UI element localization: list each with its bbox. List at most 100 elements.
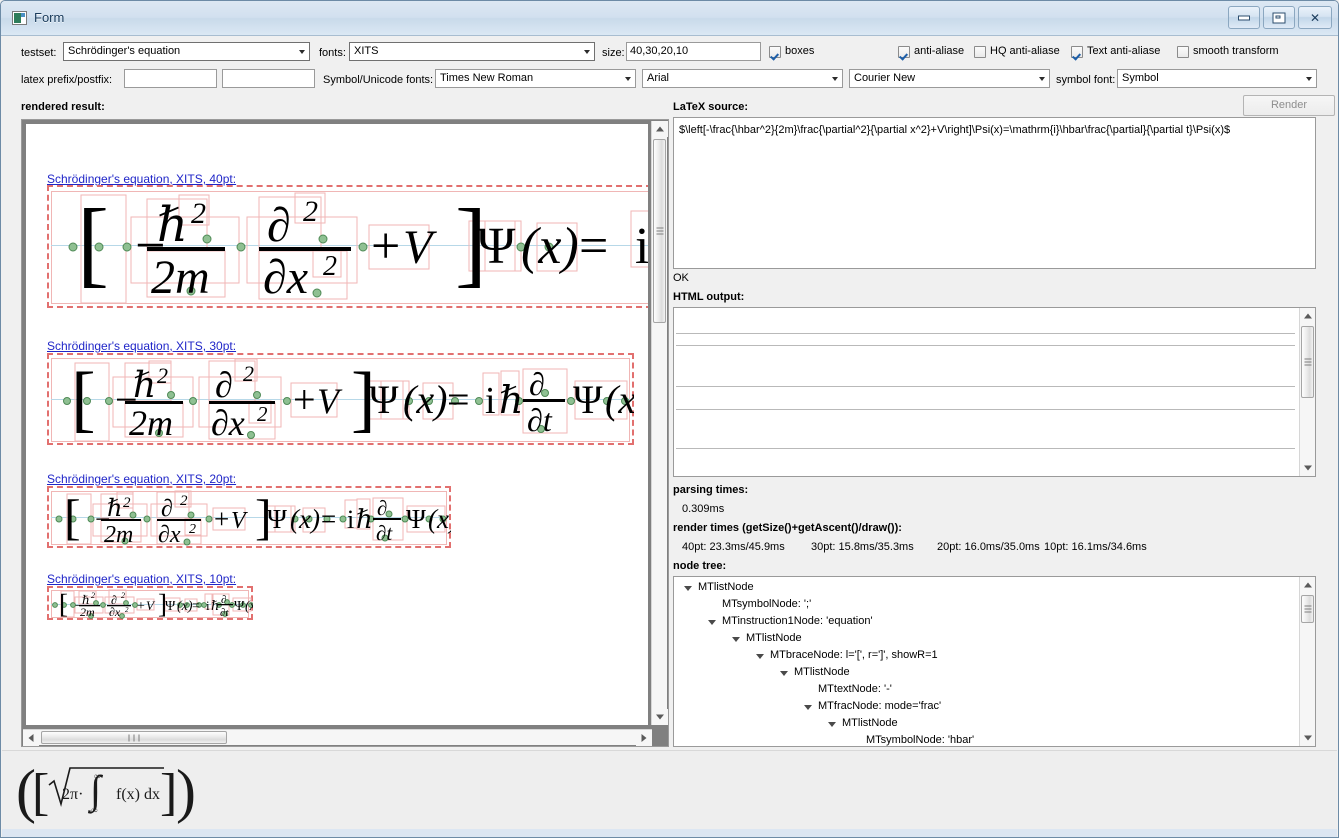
boxes-checkbox[interactable]: boxes	[769, 45, 814, 58]
html-output-box[interactable]	[673, 307, 1316, 477]
svg-text:2: 2	[157, 363, 168, 388]
expander-icon[interactable]	[756, 654, 764, 659]
tree-node[interactable]: MTinstruction1Node: 'equation'	[674, 613, 1297, 630]
tree-node-label: MTinstruction1Node: 'equation'	[722, 615, 873, 627]
svg-text:∂x: ∂x	[263, 251, 308, 304]
expander-icon[interactable]	[732, 637, 740, 642]
equation-label-20pt[interactable]: Schrödinger's equation, XITS, 20pt:	[47, 472, 236, 486]
render-vertical-scroll-thumb[interactable]	[653, 139, 666, 323]
title-bar: Form ✕	[1, 1, 1338, 36]
latex-postfix-input[interactable]	[222, 69, 315, 88]
svg-text:(x): (x)	[245, 599, 253, 614]
html-output-vertical-scrollbar[interactable]	[1299, 308, 1315, 476]
tree-node-label: MTlistNode	[794, 666, 850, 678]
svg-text:+: +	[214, 504, 229, 534]
svg-text:Ψ: Ψ	[406, 504, 426, 534]
svg-text:V: V	[317, 381, 343, 421]
expander-icon[interactable]	[708, 620, 716, 625]
svg-text:ℏ: ℏ	[499, 380, 523, 422]
scroll-down-button[interactable]	[652, 709, 668, 725]
render-button[interactable]: Render	[1243, 95, 1335, 116]
scroll-up-button[interactable]	[1300, 577, 1315, 593]
scroll-right-button[interactable]	[636, 730, 652, 746]
tree-node[interactable]: MTbraceNode: l='[', r=']', showR=1	[674, 647, 1297, 664]
tree-node[interactable]: MTtextNode: '-'	[674, 681, 1297, 698]
maximize-button[interactable]	[1263, 6, 1295, 29]
size-value: 40,30,20,10	[630, 45, 689, 57]
svg-text:∂: ∂	[529, 366, 545, 402]
svg-text:∂x: ∂x	[109, 605, 121, 619]
testset-combo[interactable]: Schrödinger's equation	[63, 42, 310, 61]
smooth-transform-checkbox[interactable]: smooth transform	[1177, 45, 1279, 58]
symbol-unicode-font-combo[interactable]: Times New Roman	[435, 69, 636, 88]
anti-aliase-checkbox[interactable]: anti-aliase	[898, 45, 964, 58]
tree-node[interactable]: MTlistNode	[674, 664, 1297, 681]
scroll-up-button[interactable]	[1300, 308, 1315, 324]
tree-node[interactable]: MTlistNode	[674, 579, 1297, 596]
render-vertical-scrollbar[interactable]	[651, 121, 668, 725]
expander-icon[interactable]	[684, 586, 692, 591]
expander-icon[interactable]	[780, 671, 788, 676]
tree-node[interactable]: MTlistNode	[674, 715, 1297, 732]
svg-text:∂: ∂	[161, 496, 173, 522]
svg-text:[: [	[71, 358, 96, 440]
tree-node[interactable]: MTsymbolNode: 'hbar'	[674, 732, 1297, 746]
tree-node[interactable]: MTfracNode: mode='frac'	[674, 698, 1297, 715]
equation-label-10pt[interactable]: Schrödinger's equation, XITS, 10pt:	[47, 572, 236, 586]
latex-prefix-input[interactable]	[124, 69, 217, 88]
tree-node[interactable]: MTsymbolNode: ';'	[674, 596, 1297, 613]
equation-label-40pt[interactable]: Schrödinger's equation, XITS, 40pt:	[47, 172, 236, 186]
node-tree-list: MTlistNode MTsymbolNode: ';' MTinstructi…	[674, 579, 1297, 746]
scroll-down-button[interactable]	[1300, 730, 1315, 746]
tree-node-label: MTfracNode: mode='frac'	[818, 700, 942, 712]
scroll-left-button[interactable]	[23, 730, 39, 746]
mono-font-combo[interactable]: Courier New	[849, 69, 1050, 88]
scroll-up-button[interactable]	[652, 121, 668, 137]
fonts-combo[interactable]: XITS	[349, 42, 595, 61]
text-anti-aliase-checkbox[interactable]: Text anti-aliase	[1071, 45, 1160, 58]
symbol-font-combo[interactable]: Symbol	[1117, 69, 1317, 88]
expander-icon[interactable]	[804, 705, 812, 710]
node-tree-box[interactable]: MTlistNode MTsymbolNode: ';' MTinstructi…	[673, 576, 1316, 747]
svg-text:ℏ: ℏ	[157, 199, 188, 252]
scroll-down-button[interactable]	[1300, 460, 1315, 476]
render-horizontal-scrollbar[interactable]	[23, 729, 652, 746]
symbol-font-value: Symbol	[1122, 72, 1159, 84]
html-output-scroll-thumb[interactable]	[1301, 326, 1314, 398]
hq-anti-aliase-checkbox[interactable]: HQ anti-aliase	[974, 45, 1060, 58]
checkbox-icon	[1071, 45, 1083, 58]
node-tree-vertical-scrollbar[interactable]	[1299, 577, 1315, 746]
equation-render-40pt: [ − ℏ 2 2m ∂ 2 ∂x 2 + V ] Ψ (x) = i	[47, 185, 648, 308]
svg-text:(x): (x)	[290, 504, 320, 534]
svg-text:2: 2	[323, 251, 337, 282]
render-time-20pt: 20pt: 16.0ms/35.0ms	[937, 541, 1040, 553]
formula-integral-upper: ∞	[94, 771, 100, 781]
svg-text:2: 2	[189, 522, 196, 537]
tree-node[interactable]: MTlistNode	[674, 630, 1297, 647]
close-button[interactable]: ✕	[1298, 6, 1332, 29]
latex-source-text: $\left[-\frac{\hbar^2}{2m}\frac{\partial…	[679, 124, 1231, 136]
checkbox-icon	[974, 45, 986, 58]
svg-text:+: +	[293, 377, 316, 422]
expander-icon[interactable]	[828, 722, 836, 727]
svg-text:=: =	[447, 377, 470, 422]
svg-text:∂t: ∂t	[376, 521, 393, 545]
latex-source-label: LaTeX source:	[673, 101, 748, 113]
window-controls: ✕	[1228, 6, 1332, 29]
render-time-10pt: 10pt: 16.1ms/34.6ms	[1044, 541, 1147, 553]
equation-label-30pt[interactable]: Schrödinger's equation, XITS, 30pt:	[47, 339, 236, 353]
size-input[interactable]: 40,30,20,10	[626, 42, 761, 61]
minimize-button[interactable]	[1228, 6, 1260, 29]
render-time-40pt: 40pt: 23.3ms/45.9ms	[682, 541, 785, 553]
anti-aliase-label: anti-aliase	[914, 45, 965, 57]
svg-text:[: [	[32, 764, 49, 821]
render-horizontal-scroll-thumb[interactable]	[41, 731, 227, 744]
node-tree-scroll-thumb[interactable]	[1301, 595, 1314, 623]
parsing-times-value: 0.309ms	[682, 503, 725, 515]
sans-font-combo[interactable]: Arial	[642, 69, 843, 88]
svg-text:ℏ: ℏ	[356, 505, 373, 534]
svg-text:2: 2	[121, 591, 125, 600]
testset-value: Schrödinger's equation	[68, 45, 181, 57]
latex-source-textarea[interactable]: $\left[-\frac{\hbar^2}{2m}\frac{\partial…	[673, 117, 1316, 269]
tree-node-label: MTsymbolNode: 'hbar'	[866, 734, 975, 746]
